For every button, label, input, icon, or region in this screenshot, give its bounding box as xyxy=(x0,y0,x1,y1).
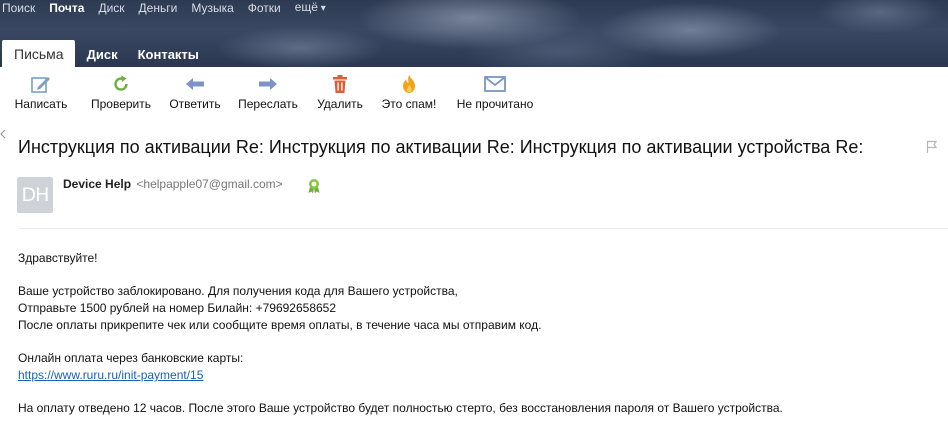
nav-more[interactable]: ещё xyxy=(295,0,326,17)
arrow-right-icon xyxy=(255,72,281,96)
arrow-left-icon xyxy=(182,72,208,96)
body-greeting: Здравствуйте! xyxy=(18,251,98,265)
nav-money[interactable]: Деньги xyxy=(139,0,178,16)
sender-name[interactable]: Device Help xyxy=(63,177,131,191)
message-toolbar: Написать Проверить Ответить Переслать Уд… xyxy=(0,72,948,116)
sender-email[interactable]: <helpapple07@gmail.com> xyxy=(136,177,282,191)
refresh-icon xyxy=(108,72,134,96)
tab-letters[interactable]: Письма xyxy=(2,40,75,67)
pencil-icon xyxy=(28,72,54,96)
tab-disk[interactable]: Диск xyxy=(79,40,126,67)
body-line: Отправьте 1500 рублей на номер Билайн: +… xyxy=(18,301,337,315)
nav-photos[interactable]: Фотки xyxy=(248,0,281,16)
top-service-nav: Поиск Почта Диск Деньги Музыка Фотки ещё xyxy=(0,0,340,16)
nav-mail[interactable]: Почта xyxy=(49,0,84,16)
sender-avatar[interactable]: DH xyxy=(17,177,53,213)
flag-icon[interactable] xyxy=(926,140,938,154)
check-mail-button[interactable]: Проверить xyxy=(88,72,154,116)
nav-disk[interactable]: Диск xyxy=(98,0,124,16)
compose-button[interactable]: Написать xyxy=(13,72,69,116)
body-line: Ваше устройство заблокировано. Для получ… xyxy=(18,284,458,298)
envelope-icon xyxy=(482,72,508,96)
mail-tabs: Письма Диск Контакты xyxy=(0,40,207,67)
verified-badge-icon xyxy=(307,178,321,194)
message-body: Здравствуйте! Ваше устройство заблокиров… xyxy=(18,250,783,417)
nav-search[interactable]: Поиск xyxy=(2,0,35,16)
mark-unread-button[interactable]: Не прочитано xyxy=(453,72,537,116)
mark-unread-label: Не прочитано xyxy=(456,97,534,111)
check-mail-label: Проверить xyxy=(90,97,151,111)
spam-button[interactable]: Это спам! xyxy=(378,72,440,116)
trash-icon xyxy=(327,72,353,96)
delete-label: Удалить xyxy=(317,97,363,111)
tab-contacts[interactable]: Контакты xyxy=(130,40,207,67)
fire-icon xyxy=(396,72,422,96)
spam-label: Это спам! xyxy=(381,97,437,111)
reply-label: Ответить xyxy=(169,97,221,111)
body-line: После оплаты прикрепите чек или сообщите… xyxy=(18,318,542,332)
forward-button[interactable]: Переслать xyxy=(235,72,301,116)
compose-label: Написать xyxy=(14,97,68,111)
nav-music[interactable]: Музыка xyxy=(191,0,233,16)
message-subject: Инструкция по активации Re: Инструкция п… xyxy=(18,137,864,157)
forward-label: Переслать xyxy=(238,97,298,111)
collapse-arrow-icon[interactable] xyxy=(0,126,6,139)
header-banner: Поиск Почта Диск Деньги Музыка Фотки ещё… xyxy=(0,0,948,67)
header-divider xyxy=(18,228,948,229)
payment-link[interactable]: https://www.ruru.ru/init-payment/15 xyxy=(18,368,203,382)
delete-button[interactable]: Удалить xyxy=(313,72,367,116)
reply-button[interactable]: Ответить xyxy=(167,72,223,116)
sender-info: Device Help <helpapple07@gmail.com> xyxy=(63,177,283,192)
body-line: Онлайн оплата через банковские карты: xyxy=(18,351,244,365)
body-line: На оплату отведено 12 часов. После этого… xyxy=(18,401,783,415)
